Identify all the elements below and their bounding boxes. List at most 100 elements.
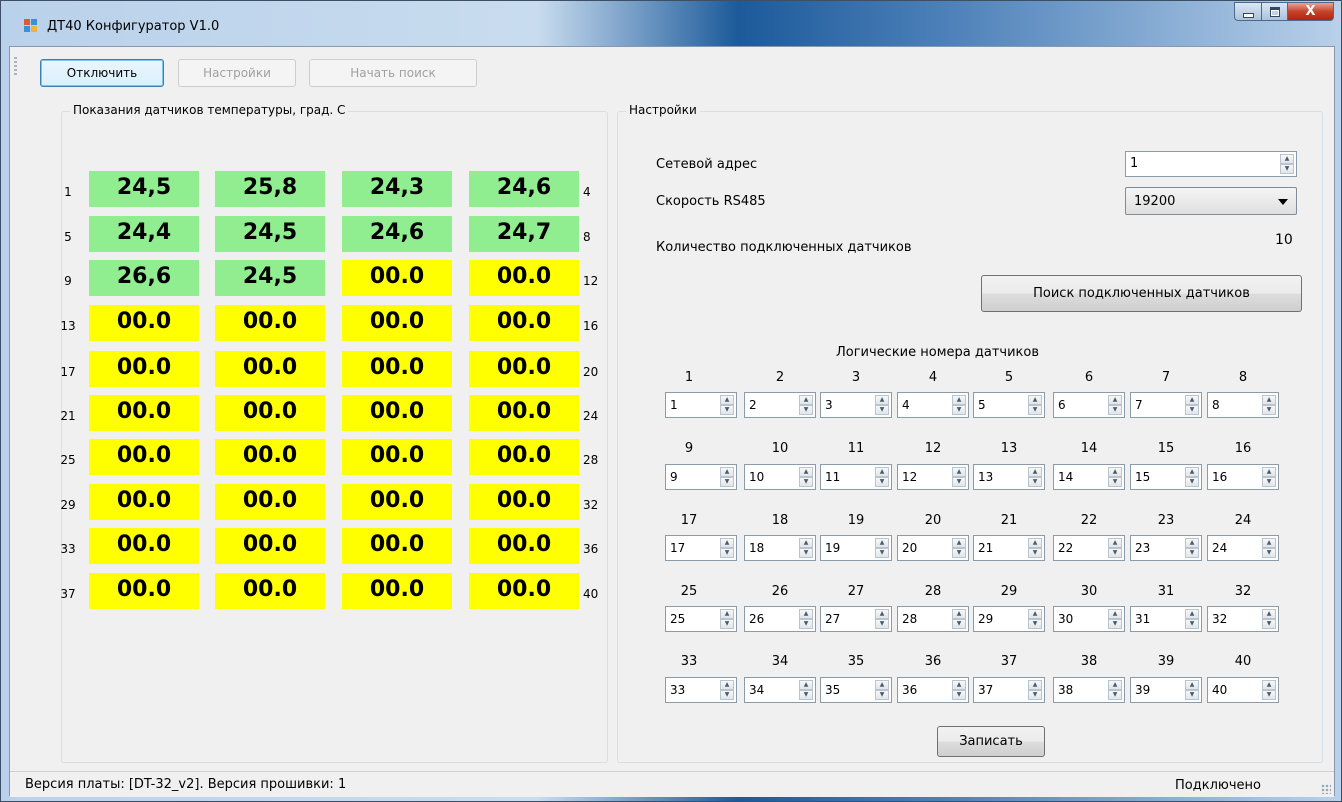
logical-number-input[interactable]: 32 ▲ ▼ xyxy=(1207,606,1279,632)
spin-up-icon[interactable]: ▲ xyxy=(952,680,966,690)
spin-down-icon[interactable]: ▼ xyxy=(875,619,889,629)
spin-up-icon[interactable]: ▲ xyxy=(720,467,734,477)
logical-number-spinner[interactable]: ▲ ▼ xyxy=(1108,680,1122,700)
logical-number-spinner[interactable]: ▲ ▼ xyxy=(1028,680,1042,700)
maximize-button[interactable] xyxy=(1261,2,1287,21)
logical-number-input[interactable]: 9 ▲ ▼ xyxy=(665,464,737,490)
spin-down-icon[interactable]: ▼ xyxy=(1108,477,1122,487)
spin-down-icon[interactable]: ▼ xyxy=(720,548,734,558)
spin-up-icon[interactable]: ▲ xyxy=(1262,680,1276,690)
spin-down-icon[interactable]: ▼ xyxy=(875,548,889,558)
logical-number-input[interactable]: 36 ▲ ▼ xyxy=(897,677,969,703)
logical-number-input[interactable]: 33 ▲ ▼ xyxy=(665,677,737,703)
spin-down-icon[interactable]: ▼ xyxy=(1028,477,1042,487)
logical-number-input[interactable]: 28 ▲ ▼ xyxy=(897,606,969,632)
logical-number-input[interactable]: 4 ▲ ▼ xyxy=(897,392,969,418)
write-button[interactable]: Записать xyxy=(937,726,1045,757)
spin-up-icon[interactable]: ▲ xyxy=(799,680,813,690)
logical-number-input[interactable]: 29 ▲ ▼ xyxy=(973,606,1045,632)
logical-number-input[interactable]: 38 ▲ ▼ xyxy=(1053,677,1125,703)
logical-number-spinner[interactable]: ▲ ▼ xyxy=(720,680,734,700)
spin-up-icon[interactable]: ▲ xyxy=(1185,680,1199,690)
spin-down-icon[interactable]: ▼ xyxy=(952,690,966,700)
spin-up-icon[interactable]: ▲ xyxy=(1108,609,1122,619)
spin-down-icon[interactable]: ▼ xyxy=(1108,619,1122,629)
spin-up-icon[interactable]: ▲ xyxy=(1262,395,1276,405)
spin-up-icon[interactable]: ▲ xyxy=(1185,609,1199,619)
logical-number-spinner[interactable]: ▲ ▼ xyxy=(1108,609,1122,629)
spin-down-icon[interactable]: ▼ xyxy=(1262,477,1276,487)
spin-down-icon[interactable]: ▼ xyxy=(1108,690,1122,700)
logical-number-spinner[interactable]: ▲ ▼ xyxy=(952,395,966,415)
spin-up-icon[interactable]: ▲ xyxy=(1185,538,1199,548)
spin-down-icon[interactable]: ▼ xyxy=(720,477,734,487)
logical-number-input[interactable]: 1 ▲ ▼ xyxy=(665,392,737,418)
net-address-spinner[interactable]: ▲ ▼ xyxy=(1280,154,1294,174)
logical-number-spinner[interactable]: ▲ ▼ xyxy=(1108,467,1122,487)
spin-up-icon[interactable]: ▲ xyxy=(1108,680,1122,690)
spin-down-icon[interactable]: ▼ xyxy=(875,690,889,700)
spin-up-icon[interactable]: ▲ xyxy=(952,538,966,548)
spin-down-icon[interactable]: ▼ xyxy=(799,619,813,629)
logical-number-spinner[interactable]: ▲ ▼ xyxy=(799,395,813,415)
logical-number-input[interactable]: 13 ▲ ▼ xyxy=(973,464,1045,490)
logical-number-input[interactable]: 26 ▲ ▼ xyxy=(744,606,816,632)
logical-number-spinner[interactable]: ▲ ▼ xyxy=(952,467,966,487)
spin-up-icon[interactable]: ▲ xyxy=(1185,467,1199,477)
spin-up-icon[interactable]: ▲ xyxy=(1262,538,1276,548)
logical-number-input[interactable]: 19 ▲ ▼ xyxy=(820,535,892,561)
spin-up-icon[interactable]: ▲ xyxy=(1262,467,1276,477)
spin-up-icon[interactable]: ▲ xyxy=(720,609,734,619)
logical-number-spinner[interactable]: ▲ ▼ xyxy=(1028,467,1042,487)
logical-number-input[interactable]: 14 ▲ ▼ xyxy=(1053,464,1125,490)
spin-up-icon[interactable]: ▲ xyxy=(720,680,734,690)
logical-number-spinner[interactable]: ▲ ▼ xyxy=(720,538,734,558)
spin-up-icon[interactable]: ▲ xyxy=(952,467,966,477)
spin-down-icon[interactable]: ▼ xyxy=(1280,164,1294,174)
spin-up-icon[interactable]: ▲ xyxy=(1028,467,1042,477)
spin-down-icon[interactable]: ▼ xyxy=(1262,405,1276,415)
spin-down-icon[interactable]: ▼ xyxy=(799,548,813,558)
logical-number-spinner[interactable]: ▲ ▼ xyxy=(1028,609,1042,629)
logical-number-spinner[interactable]: ▲ ▼ xyxy=(875,467,889,487)
logical-number-spinner[interactable]: ▲ ▼ xyxy=(1028,395,1042,415)
spin-up-icon[interactable]: ▲ xyxy=(1108,395,1122,405)
spin-up-icon[interactable]: ▲ xyxy=(1262,609,1276,619)
spin-down-icon[interactable]: ▼ xyxy=(1185,619,1199,629)
logical-number-input[interactable]: 25 ▲ ▼ xyxy=(665,606,737,632)
logical-number-spinner[interactable]: ▲ ▼ xyxy=(1185,609,1199,629)
spin-down-icon[interactable]: ▼ xyxy=(1262,619,1276,629)
spin-up-icon[interactable]: ▲ xyxy=(799,395,813,405)
spin-down-icon[interactable]: ▼ xyxy=(1028,548,1042,558)
spin-down-icon[interactable]: ▼ xyxy=(952,477,966,487)
spin-up-icon[interactable]: ▲ xyxy=(952,395,966,405)
spin-up-icon[interactable]: ▲ xyxy=(799,538,813,548)
spin-up-icon[interactable]: ▲ xyxy=(875,609,889,619)
logical-number-spinner[interactable]: ▲ ▼ xyxy=(1262,680,1276,700)
spin-down-icon[interactable]: ▼ xyxy=(720,690,734,700)
spin-up-icon[interactable]: ▲ xyxy=(1185,395,1199,405)
logical-number-spinner[interactable]: ▲ ▼ xyxy=(1108,538,1122,558)
spin-down-icon[interactable]: ▼ xyxy=(875,477,889,487)
logical-number-input[interactable]: 37 ▲ ▼ xyxy=(973,677,1045,703)
logical-number-spinner[interactable]: ▲ ▼ xyxy=(799,467,813,487)
logical-number-input[interactable]: 20 ▲ ▼ xyxy=(897,535,969,561)
net-address-input[interactable]: 1 ▲ ▼ xyxy=(1125,151,1297,177)
spin-up-icon[interactable]: ▲ xyxy=(1028,680,1042,690)
logical-number-spinner[interactable]: ▲ ▼ xyxy=(875,680,889,700)
logical-number-input[interactable]: 18 ▲ ▼ xyxy=(744,535,816,561)
spin-down-icon[interactable]: ▼ xyxy=(875,405,889,415)
close-button[interactable]: X xyxy=(1287,2,1334,21)
toolbar-grip-icon[interactable] xyxy=(14,57,17,77)
logical-number-input[interactable]: 5 ▲ ▼ xyxy=(973,392,1045,418)
spin-down-icon[interactable]: ▼ xyxy=(799,405,813,415)
logical-number-spinner[interactable]: ▲ ▼ xyxy=(1108,395,1122,415)
logical-number-input[interactable]: 21 ▲ ▼ xyxy=(973,535,1045,561)
logical-number-spinner[interactable]: ▲ ▼ xyxy=(1262,467,1276,487)
logical-number-input[interactable]: 27 ▲ ▼ xyxy=(820,606,892,632)
spin-up-icon[interactable]: ▲ xyxy=(1280,154,1294,164)
spin-up-icon[interactable]: ▲ xyxy=(799,467,813,477)
logical-number-spinner[interactable]: ▲ ▼ xyxy=(1028,538,1042,558)
start-search-button[interactable]: Начать поиск xyxy=(309,59,477,87)
logical-number-input[interactable]: 35 ▲ ▼ xyxy=(820,677,892,703)
